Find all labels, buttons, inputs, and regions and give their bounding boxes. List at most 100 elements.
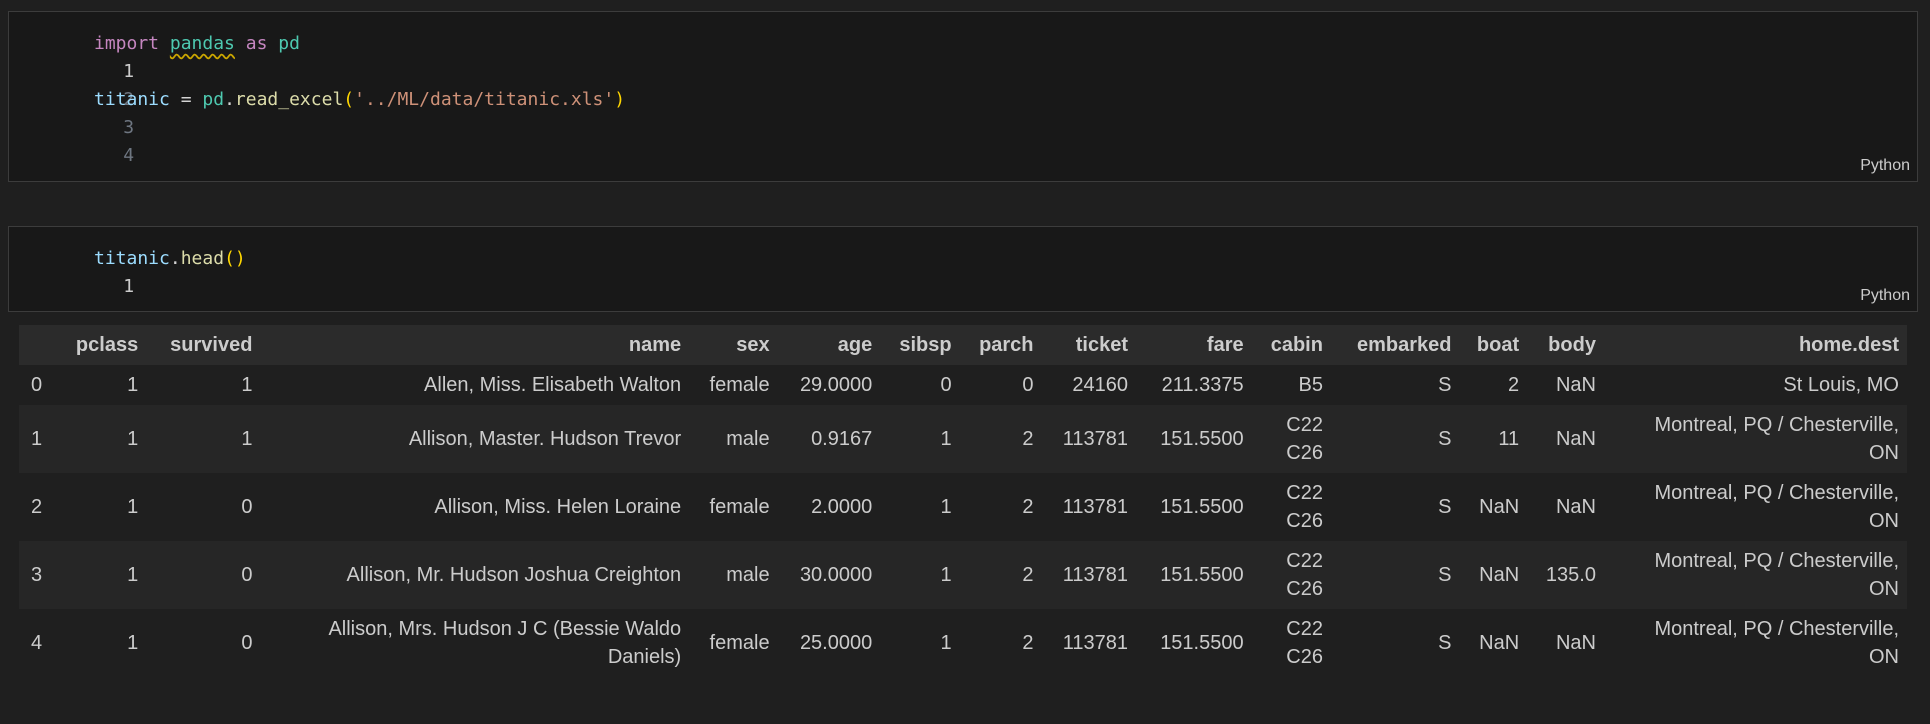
cell-name: Allison, Mrs. Hudson J C (Bessie Waldo D…: [328, 618, 682, 668]
cell-output: pclass survived name sex age sibsp parch…: [19, 325, 1907, 677]
cell-parch: 2: [1022, 632, 1034, 654]
code-editor[interactable]: 1 import pandas as pd 2 3 titanic = pd.r…: [9, 30, 1917, 166]
code-editor[interactable]: 1 titanic.head(): [9, 245, 1917, 297]
cell-ticket: 113781: [1062, 496, 1129, 518]
cell-sex: female: [709, 374, 770, 396]
cell-pclass: 1: [55, 405, 147, 473]
call-parens: (): [224, 248, 246, 269]
cell-fare: 151.5500: [1136, 405, 1252, 473]
cell-embarked: S: [1438, 496, 1452, 518]
header-sibsp: sibsp: [880, 325, 960, 365]
assign-operator: =: [169, 89, 203, 110]
cell-sibsp: 1: [880, 541, 960, 609]
header-embarked: embarked: [1330, 325, 1460, 365]
cell-pclass: 1: [127, 632, 139, 654]
cell-ticket: 113781: [1062, 632, 1129, 654]
cell-fare: 211.3375: [1161, 374, 1244, 396]
table-row: 0 1 1 Allen, Miss. Elisabeth Walton female 29…: [19, 365, 1907, 405]
cell-embarked: S: [1438, 632, 1452, 654]
cell-fare: 151.5500: [1160, 632, 1244, 654]
cell-cabin: C22 C26: [1286, 618, 1323, 668]
code-line-2[interactable]: 2: [9, 58, 1917, 110]
cell-body: 135.0: [1527, 541, 1604, 609]
cell-fare: 151.5500: [1136, 541, 1252, 609]
line-number: 4: [123, 145, 135, 166]
cell-ticket: 24160: [1072, 374, 1129, 396]
line-number: 1: [123, 276, 135, 297]
cell-home-dest: Montreal, PQ / Chesterville, ON: [1603, 541, 1907, 609]
cell-sex: male: [689, 405, 778, 473]
cell-home-dest: Montreal, PQ / Chesterville, ON: [1654, 618, 1899, 668]
cell-boat: NaN: [1459, 541, 1528, 609]
header-age: age: [777, 325, 881, 365]
object-name: pd: [202, 89, 225, 110]
cell-cabin: B5: [1298, 374, 1323, 396]
cell-parch: 2: [959, 541, 1042, 609]
function-name: read_excel: [234, 89, 344, 110]
cell-parch: 0: [1022, 374, 1034, 396]
cell-name: Allen, Miss. Elisabeth Walton: [424, 374, 682, 396]
cell-pclass: 1: [127, 496, 139, 518]
cell-age: 25.0000: [799, 632, 873, 654]
cell-index: 0: [31, 374, 43, 396]
header-pclass: pclass: [55, 325, 147, 365]
header-parch: parch: [959, 325, 1042, 365]
table-row: 2 1 0 Allison, Miss. Helen Loraine female 2.0…: [19, 473, 1907, 541]
cell-sibsp: 1: [940, 632, 952, 654]
header-home-dest: home.dest: [1603, 325, 1907, 365]
header-name: name: [260, 325, 690, 365]
header-index: [19, 325, 56, 365]
cell-survived: 0: [241, 496, 253, 518]
cell-boat: NaN: [1479, 496, 1520, 518]
dot-operator: .: [224, 89, 235, 110]
keyword-import: import: [94, 33, 160, 54]
cell-cabin: C22 C26: [1286, 482, 1323, 532]
keyword-as: as: [245, 33, 268, 54]
cell-survived: 1: [241, 374, 253, 396]
cell-boat: 2: [1508, 374, 1520, 396]
cell-home-dest: Montreal, PQ / Chesterville, ON: [1603, 405, 1907, 473]
code-line-1[interactable]: 1 titanic.head(): [9, 245, 1917, 297]
code-cell-2[interactable]: 1 titanic.head() Python: [8, 226, 1918, 312]
variable-name: titanic: [94, 248, 170, 269]
cell-parch: 2: [959, 405, 1042, 473]
header-sex: sex: [689, 325, 778, 365]
table-row: 1 1 1 Allison, Master. Hudson Trevor male 0.9…: [19, 405, 1907, 473]
code-cell-1[interactable]: 1 import pandas as pd 2 3 titanic = pd.r…: [8, 11, 1918, 182]
cell-cabin: C22 C26: [1251, 541, 1331, 609]
cell-body: NaN: [1555, 374, 1596, 396]
module-alias: pd: [278, 33, 300, 54]
cell-boat: 11: [1459, 405, 1528, 473]
code-line-4[interactable]: 4: [9, 114, 1917, 166]
cell-home-dest: Montreal, PQ / Chesterville, ON: [1654, 482, 1899, 532]
string-literal: '../ML/data/titanic.xls': [354, 89, 615, 110]
cell-survived: 0: [146, 541, 261, 609]
header-cabin: cabin: [1251, 325, 1331, 365]
cell-survived: 0: [241, 632, 253, 654]
cell-name: Allison, Mr. Hudson Joshua Creighton: [260, 541, 690, 609]
cell-embarked: S: [1330, 405, 1460, 473]
cell-age: 30.0000: [777, 541, 881, 609]
cell-index: 1: [19, 405, 56, 473]
cell-home-dest: St Louis, MO: [1783, 374, 1899, 396]
cell-age: 2.0000: [811, 496, 873, 518]
cell-body: NaN: [1555, 496, 1596, 518]
cell-name: Allison, Miss. Helen Loraine: [434, 496, 682, 518]
header-boat: boat: [1459, 325, 1528, 365]
module-name: pandas: [169, 33, 235, 54]
table-row: 3 1 0 Allison, Mr. Hudson Joshua Creighton m…: [19, 541, 1907, 609]
dot-operator: .: [169, 248, 181, 269]
cell-sibsp: 1: [940, 496, 952, 518]
code-line-1[interactable]: 1 import pandas as pd: [9, 30, 1917, 82]
cell-body: NaN: [1555, 632, 1596, 654]
cell-index: 2: [31, 496, 43, 518]
cell-pclass: 1: [55, 541, 147, 609]
code-line-3[interactable]: 3 titanic = pd.read_excel('../ML/data/ti…: [9, 86, 1917, 138]
cell-age: 29.0000: [799, 374, 873, 396]
cell-language-label[interactable]: Python: [1860, 157, 1910, 175]
header-fare: fare: [1136, 325, 1252, 365]
function-name: head: [180, 248, 225, 269]
table-row: 4 1 0 Allison, Mrs. Hudson J C (Bessie Wald…: [19, 609, 1907, 677]
cell-index: 4: [31, 632, 43, 654]
cell-language-label[interactable]: Python: [1860, 287, 1910, 305]
